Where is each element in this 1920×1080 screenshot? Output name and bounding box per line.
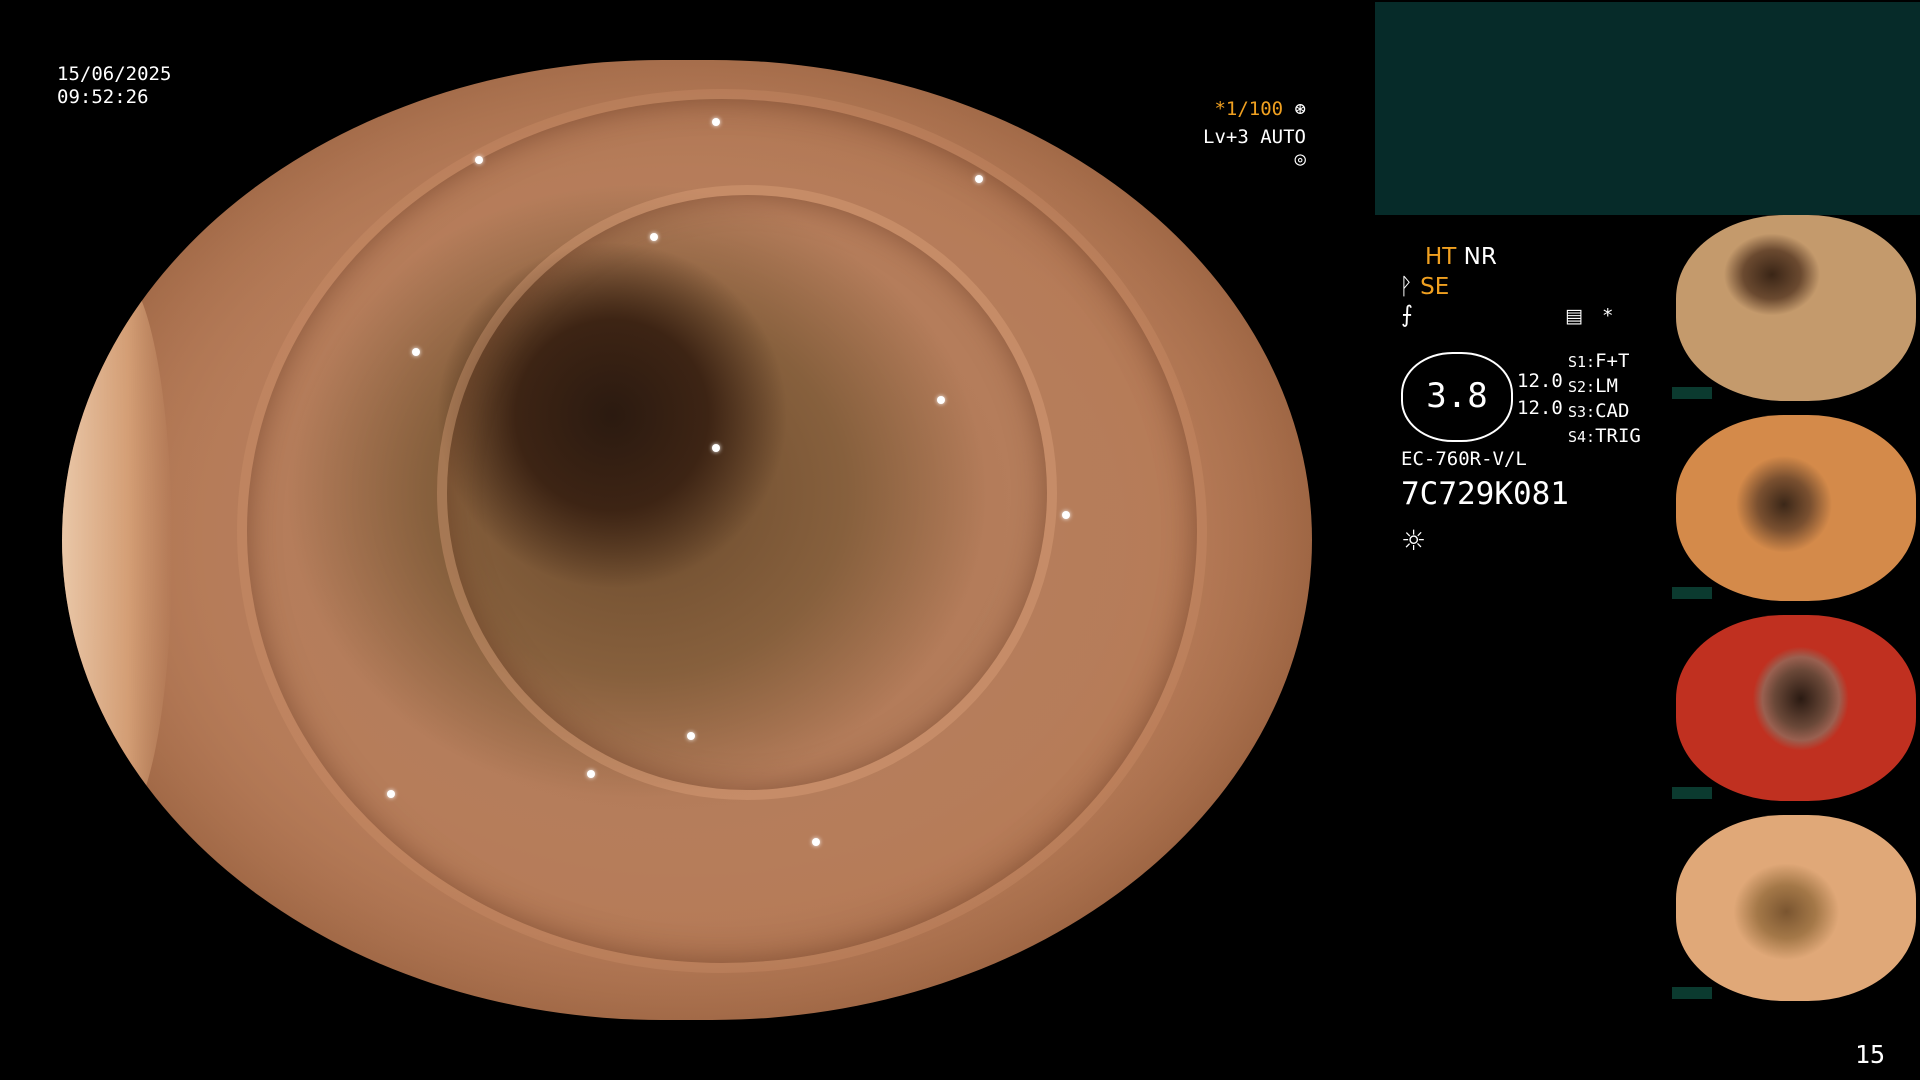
aperture-icon: ⊛ (1294, 98, 1306, 120)
thumbnail-1[interactable] (1672, 215, 1920, 401)
gauge: 3.8 (1401, 352, 1513, 442)
specular-reflection (974, 175, 983, 184)
thumbnail-meta (1672, 987, 1712, 999)
s2-value: LM (1595, 375, 1618, 397)
value-1: 12.0 (1517, 370, 1563, 392)
stroke-icon: ⨍ (1401, 302, 1413, 328)
scope-model: EC-760R-V/L (1401, 448, 1527, 470)
processor-settings: HT NR ᚹ SE ⨍ ▤ * 3.8 12.0 12.0 S1:F+T S2… (1395, 240, 1655, 600)
s1-value: F+T (1595, 350, 1630, 372)
thumbnail-image (1676, 815, 1916, 1001)
level-text: Lv+3 AUTO (1203, 126, 1306, 148)
s3-label: S3: (1568, 403, 1596, 421)
thumbnail-meta (1672, 587, 1712, 599)
s2-label: S2: (1568, 378, 1596, 396)
specular-reflection (649, 232, 658, 241)
specular-reflection (937, 396, 945, 404)
thumbnail-image (1676, 415, 1916, 601)
thumbnail-image (1676, 615, 1916, 801)
se-label: SE (1420, 274, 1450, 300)
thumbnail-3[interactable] (1672, 615, 1920, 801)
date-text: 15/06/2025 (57, 63, 172, 85)
specular-reflection (474, 156, 483, 164)
time-text: 09:52:26 (57, 86, 149, 108)
datetime-overlay: 15/06/2025 09:52:26 (57, 63, 171, 109)
thumbnail-image (1676, 215, 1916, 401)
specular-reflection (712, 444, 720, 452)
thumbnail-meta (1672, 387, 1712, 399)
scope-icon: ᚹ (1399, 274, 1413, 300)
brightness-level: Lv+3 AUTO ◎ (1186, 126, 1306, 170)
zoom-text: *1/100 (1214, 98, 1284, 120)
light-icon: ☼ (1401, 524, 1427, 557)
specular-reflection (687, 732, 695, 740)
asterisk-marker: * (1603, 305, 1613, 327)
zoom-indicator: *1/100 ⊛ (1186, 98, 1306, 120)
gauge-value: 3.8 (1426, 376, 1488, 416)
value-2: 12.0 (1517, 397, 1563, 419)
specular-reflection (387, 789, 395, 798)
specular-reflection (712, 117, 720, 126)
s4-value: TRIG (1595, 425, 1641, 447)
memory-icon: ▤ (1565, 305, 1583, 327)
info-panel-background (1375, 2, 1920, 215)
nr-label: NR (1463, 244, 1497, 270)
s3-value: CAD (1595, 400, 1630, 422)
thumbnail-4[interactable] (1672, 815, 1920, 1001)
haustral-fold (237, 88, 1207, 973)
s1-label: S1: (1568, 353, 1596, 371)
specular-reflection (412, 348, 420, 356)
specular-reflection (812, 837, 820, 846)
mucosal-highlight (62, 271, 172, 828)
settings-circle-icon: ◎ (1294, 148, 1306, 170)
s4-label: S4: (1568, 428, 1596, 446)
thumbnail-meta (1672, 787, 1712, 799)
scope-serial: 7C729K081 (1401, 476, 1569, 512)
thumbnail-2[interactable] (1672, 415, 1920, 601)
page-number: 15 (1855, 1040, 1886, 1069)
endoscope-main-view (62, 60, 1312, 1020)
ht-label: HT (1425, 244, 1457, 270)
